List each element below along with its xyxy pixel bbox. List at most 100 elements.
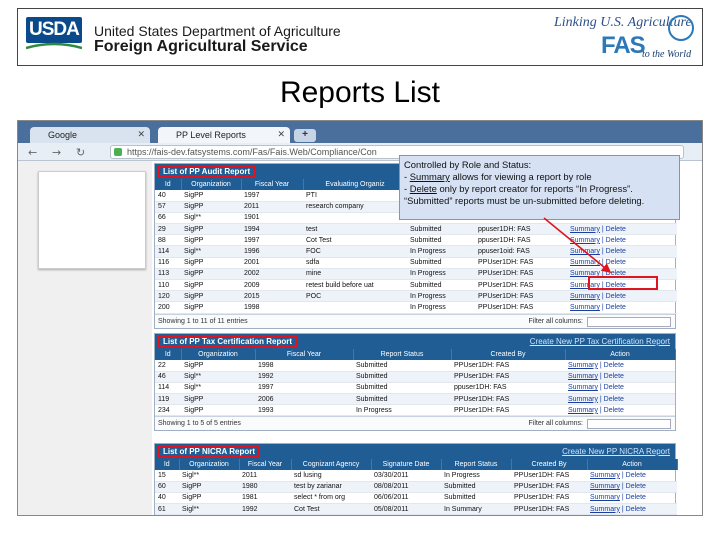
table-cell: test [303,223,407,236]
create-nicra-report-link[interactable]: Create New PP NICRA Report [562,447,670,456]
table-row: 114 Sigl** 1997 Submitted ppuser1DH: FAS Summ… [155,382,675,395]
table-cell: PPUser1DH: FAS [475,301,567,314]
table-cell: 1998 [255,360,353,372]
table-cell[interactable]: Summary | Delete [587,492,677,505]
table-cell[interactable]: Summary | Delete [587,481,677,493]
table-cell[interactable]: Summary | Delete [565,404,675,417]
column-header[interactable]: Fiscal Year [241,179,304,190]
table-cell: FOC [303,245,407,258]
delete-link[interactable]: Delete [604,373,624,380]
table-cell: Submitted [353,393,451,406]
table-cell: 03/30/2011 [371,470,441,482]
table-cell: Submitted [407,257,475,269]
back-icon[interactable]: ← [28,146,37,159]
table-cell[interactable]: Summary | Delete [587,503,677,515]
callout-line-2: - Summary allows for viewing a report by… [404,171,675,183]
delete-link[interactable]: Delete [626,483,646,490]
table-cell[interactable]: Summary | Delete [565,393,675,406]
table-cell: Sigl** [181,245,241,258]
column-header[interactable]: Created By [511,459,588,470]
column-header[interactable]: Fiscal Year [239,459,292,470]
summary-link[interactable]: Summary [568,396,598,403]
column-header[interactable]: Organization [179,459,240,470]
column-header[interactable]: Cognizant Agency [291,459,372,470]
delete-link[interactable]: Delete [604,384,624,391]
delete-link[interactable]: Delete [604,396,624,403]
forward-icon[interactable]: → [52,146,61,159]
table-cell: 2015 [241,290,303,303]
slide-title: Reports List [279,76,441,109]
summary-link[interactable]: Summary [590,494,620,501]
delete-link[interactable]: Delete [606,293,626,300]
delete-link[interactable]: Delete [626,494,646,501]
callout-line-1: Controlled by Role and Status: [404,159,532,170]
table-cell[interactable]: Summary | Delete [565,371,675,383]
table-cell: select * from org [291,492,371,505]
summary-link[interactable]: Summary [568,373,598,380]
delete-link[interactable]: Delete [626,472,646,479]
table-cell: 2009 [241,279,303,292]
audit-panel-footer: Showing 1 to 11 of 11 entries Filter all… [155,313,675,328]
summary-link[interactable]: Summary [590,472,620,479]
summary-link[interactable]: Summary [590,483,620,490]
table-cell: sdfa [303,257,407,269]
table-cell: SigPP [181,257,241,269]
reload-icon[interactable]: ↻ [76,146,85,159]
table-cell[interactable]: Summary | Delete [567,290,677,303]
close-icon[interactable]: ✕ [137,129,145,140]
delete-link[interactable]: Delete [626,506,646,513]
column-header[interactable]: Created By [451,349,566,360]
table-cell: Submitted [353,382,451,395]
table-cell: 29 [155,223,181,236]
column-header[interactable]: Action [587,459,678,470]
audit-filter-input[interactable] [587,316,671,327]
table-row: 15 Sigl** 2011 sd lusing 03/30/2011 In Progre… [155,470,677,482]
table-cell: 119 [155,393,181,406]
table-cell[interactable]: Summary | Delete [567,301,677,314]
table-cell [303,301,407,314]
summary-link[interactable]: Summary [590,506,620,513]
table-cell: mine [303,268,407,281]
column-header[interactable]: Action [565,349,676,360]
callout-note: Controlled by Role and Status: - Summary… [399,155,680,220]
table-cell: sd lusing [291,470,371,482]
new-tab-button[interactable]: + [294,129,316,142]
column-header[interactable]: Id [155,179,182,190]
delete-link[interactable]: Delete [606,304,626,311]
column-header[interactable]: Fiscal Year [255,349,354,360]
column-header[interactable]: Report Status [353,349,452,360]
close-icon[interactable]: ✕ [277,129,285,140]
table-cell: SigPP [181,223,241,236]
column-header[interactable]: Organization [181,349,256,360]
summary-link[interactable]: Summary [568,362,598,369]
table-cell: Sigl** [181,371,255,383]
table-cell: SigPP [181,279,241,292]
table-row: 22 SigPP 1998 Submitted PPUser1DH: FAS Summar… [155,360,675,372]
table-cell: SigPP [181,201,241,213]
column-header[interactable]: Organization [181,179,242,190]
table-cell[interactable]: Summary | Delete [565,382,675,395]
summary-link[interactable]: Summary [568,407,598,414]
table-cell[interactable]: Summary | Delete [565,360,675,372]
slide: USDA United States Department of Agricul… [0,0,720,540]
delete-link[interactable]: Delete [604,362,624,369]
summary-link[interactable]: Summary [568,384,598,391]
browser-tab-google[interactable]: Google ✕ [30,127,150,143]
table-cell: PPUser1DH: FAS [475,279,567,292]
delete-link[interactable]: Delete [604,407,624,414]
tax-filter-input[interactable] [587,419,671,430]
summary-link[interactable]: Summary [570,293,600,300]
table-cell: 46 [155,371,181,383]
column-header[interactable]: Id [155,349,182,360]
column-header[interactable]: Report Status [441,459,512,470]
column-header[interactable]: Evaluating Organiz [303,179,408,190]
table-cell: In Progress [407,301,475,314]
department-name: United States Department of Agriculture [94,23,341,39]
table-cell[interactable]: Summary | Delete [587,470,677,482]
table-cell: 08/08/2011 [371,481,441,493]
column-header[interactable]: Signature Date [371,459,442,470]
browser-tab-reports[interactable]: PP Level Reports ✕ [158,127,290,143]
summary-link[interactable]: Summary [570,304,600,311]
column-header[interactable]: Id [155,459,180,470]
create-tax-report-link[interactable]: Create New PP Tax Certification Report [530,337,670,346]
